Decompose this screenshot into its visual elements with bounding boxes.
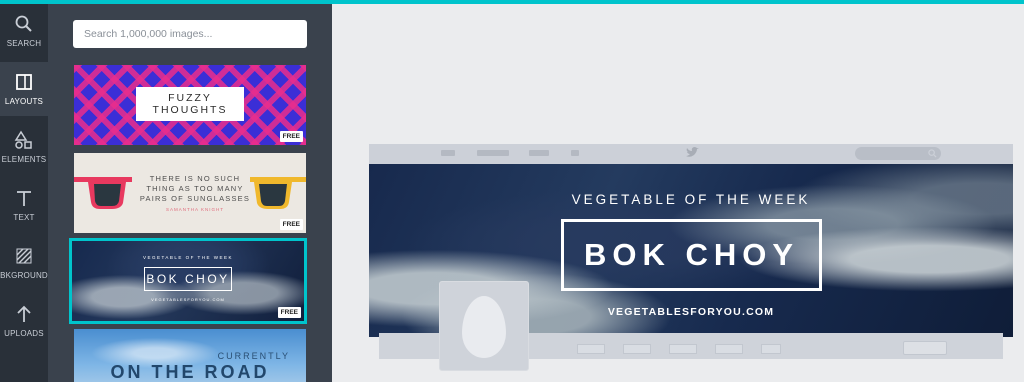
layouts-icon bbox=[16, 74, 32, 90]
follow-button-placeholder bbox=[903, 341, 947, 355]
design-canvas: VEGETABLE OF THE WEEK BOK CHOY VEGETABLE… bbox=[332, 4, 1024, 382]
free-badge: FREE bbox=[279, 131, 303, 142]
sunglasses-left-image bbox=[74, 177, 132, 209]
nav-placeholder bbox=[441, 150, 455, 156]
stat-placeholder bbox=[623, 344, 651, 354]
thumb-subtitle: SAMANTHA KNIGHT bbox=[165, 207, 224, 212]
thumb-title: FUZZY THOUGHTS bbox=[136, 87, 244, 121]
text-icon bbox=[17, 191, 31, 206]
cover-caption[interactable]: VEGETABLE OF THE WEEK bbox=[369, 192, 1013, 207]
free-badge: FREE bbox=[279, 219, 303, 230]
elements-icon bbox=[14, 130, 32, 149]
upload-icon bbox=[17, 305, 31, 322]
nav-placeholder bbox=[529, 150, 549, 156]
sunglasses-right-image bbox=[250, 177, 306, 209]
stat-placeholder bbox=[761, 344, 781, 354]
layouts-panel: FUZZY THOUGHTS FREE THERE IS NO SUCH THI… bbox=[48, 4, 332, 382]
nav-placeholder bbox=[571, 150, 579, 156]
layout-thumb-bok-choy[interactable]: VEGETABLE OF THE WEEK BOK CHOY VEGETABLE… bbox=[69, 238, 307, 324]
search-icon bbox=[15, 15, 32, 32]
layout-thumb-sunglasses[interactable]: THERE IS NO SUCH THING AS TOO MANY PAIRS… bbox=[74, 153, 306, 233]
tool-rail: SEARCH LAYOUTS ELEMENTS TEXT BKGROUND UP… bbox=[0, 4, 48, 382]
layout-thumb-on-the-road[interactable]: CURRENTLY ON THE ROAD bbox=[74, 329, 306, 382]
image-search-input[interactable] bbox=[73, 20, 307, 48]
stat-placeholder bbox=[715, 344, 743, 354]
rail-item-elements[interactable]: ELEMENTS bbox=[0, 120, 48, 174]
rail-item-search[interactable]: SEARCH bbox=[0, 4, 48, 58]
rail-item-label: BKGROUND bbox=[0, 271, 48, 280]
rail-item-text[interactable]: TEXT bbox=[0, 178, 48, 232]
search-icon bbox=[928, 149, 937, 158]
twitter-bird-icon bbox=[686, 147, 699, 157]
thumb-url: VEGETABLESFORYOU.COM bbox=[151, 297, 225, 302]
rail-item-label: LAYOUTS bbox=[4, 97, 44, 106]
nav-placeholder bbox=[477, 150, 509, 156]
stat-placeholder bbox=[669, 344, 697, 354]
rail-item-background[interactable]: BKGROUND bbox=[0, 236, 48, 290]
rail-item-label: TEXT bbox=[13, 213, 35, 222]
thumb-title: BOK CHOY bbox=[144, 267, 232, 291]
rail-item-label: UPLOADS bbox=[4, 329, 44, 338]
profile-avatar-placeholder bbox=[439, 281, 529, 371]
rail-item-label: SEARCH bbox=[6, 39, 42, 48]
egg-avatar-icon bbox=[462, 296, 506, 358]
layout-thumb-fuzzy-thoughts[interactable]: FUZZY THOUGHTS FREE bbox=[74, 65, 306, 145]
cover-title[interactable]: BOK CHOY bbox=[561, 219, 822, 291]
thumb-small-text: CURRENTLY bbox=[217, 351, 290, 361]
free-badge: FREE bbox=[277, 307, 301, 318]
thumb-caption: VEGETABLE OF THE WEEK bbox=[142, 255, 234, 260]
twitter-header-mock bbox=[369, 144, 1013, 164]
rail-item-label: ELEMENTS bbox=[1, 155, 47, 164]
background-icon bbox=[16, 248, 32, 264]
stat-placeholder bbox=[577, 344, 605, 354]
thumb-title: ON THE ROAD bbox=[110, 362, 270, 382]
twitter-search-mock bbox=[855, 147, 941, 160]
rail-item-layouts[interactable]: LAYOUTS bbox=[0, 62, 48, 116]
thumb-title: THERE IS NO SUCH THING AS TOO MANY PAIRS… bbox=[139, 174, 251, 203]
rail-item-uploads[interactable]: UPLOADS bbox=[0, 294, 48, 348]
